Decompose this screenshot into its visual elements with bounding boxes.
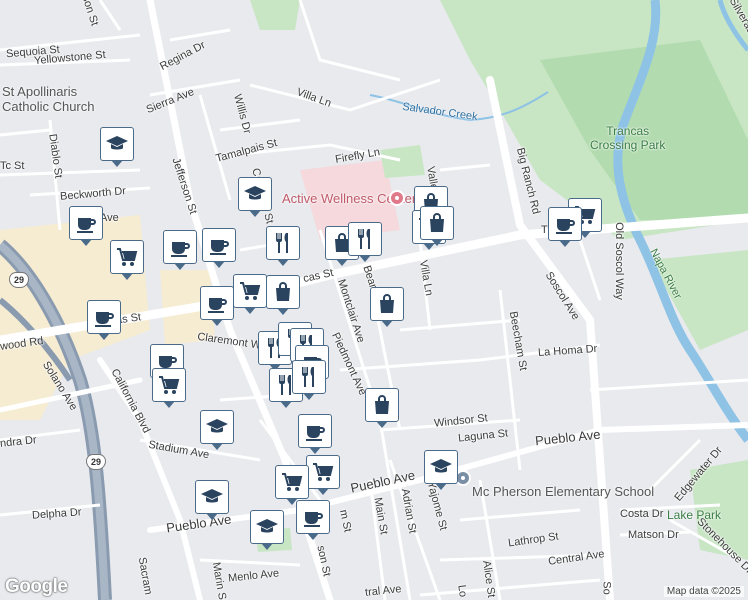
coffee-marker-icon[interactable] (548, 207, 582, 247)
cart-marker-icon[interactable] (110, 240, 144, 280)
bag-marker-icon[interactable] (420, 206, 454, 246)
bag-marker-icon[interactable] (365, 388, 399, 428)
map-canvas[interactable]: Sequoia St Yellowstone St Regina Dr Sier… (0, 0, 748, 600)
coffee-marker-icon[interactable] (87, 300, 121, 340)
coffee-marker-icon[interactable] (163, 230, 197, 270)
bag-marker-icon[interactable] (370, 287, 404, 327)
school-marker-icon[interactable] (195, 480, 229, 520)
school-marker-icon[interactable] (100, 127, 134, 167)
wellness-pin-icon[interactable] (389, 190, 405, 206)
poi-line: St Apollinaris (2, 84, 78, 99)
restaurant-marker-icon[interactable] (266, 226, 300, 266)
poi-church-label[interactable]: St Apollinaris Catholic Church (2, 84, 95, 114)
coffee-marker-icon[interactable] (69, 206, 103, 246)
bag-marker-icon[interactable] (266, 275, 300, 315)
school-marker-icon[interactable] (200, 410, 234, 450)
map-attribution[interactable]: Map data ©2025 (663, 586, 744, 597)
street-label: T (541, 224, 548, 236)
park-line: Trancas (606, 124, 650, 138)
google-logo: Google (5, 576, 68, 597)
poi-school-label[interactable]: Mc Pherson Elementary School (472, 484, 654, 499)
restaurant-marker-icon[interactable] (348, 222, 382, 262)
park-label-lake[interactable]: Lake Park (667, 508, 721, 522)
street-label: Lo (455, 584, 469, 598)
street-label: Costa Dr (620, 508, 664, 520)
park-label-trancas[interactable]: Trancas Crossing Park (590, 124, 665, 152)
school-marker-icon[interactable] (424, 450, 458, 490)
school-marker-icon[interactable] (250, 510, 284, 550)
street-label: So (600, 581, 613, 595)
street-label: Old Soscol Way (612, 222, 625, 300)
coffee-marker-icon[interactable] (296, 500, 330, 540)
highway-shield-icon: 29 (9, 272, 29, 288)
cart-marker-icon[interactable] (306, 455, 340, 495)
street-label: Matson Dr (628, 529, 679, 541)
coffee-marker-icon[interactable] (202, 228, 236, 268)
poi-line: Catholic Church (2, 99, 95, 114)
cart-marker-icon[interactable] (233, 274, 267, 314)
coffee-marker-icon[interactable] (298, 414, 332, 454)
coffee-marker-icon[interactable] (200, 286, 234, 326)
park-line: Crossing Park (590, 138, 666, 152)
school-marker-icon[interactable] (238, 177, 272, 217)
street-label: Tc St (0, 160, 25, 172)
highway-shield-icon: 29 (86, 454, 106, 470)
cart-marker-icon[interactable] (152, 368, 186, 408)
cart-marker-icon[interactable] (275, 465, 309, 505)
restaurant-marker-icon[interactable] (292, 360, 326, 400)
